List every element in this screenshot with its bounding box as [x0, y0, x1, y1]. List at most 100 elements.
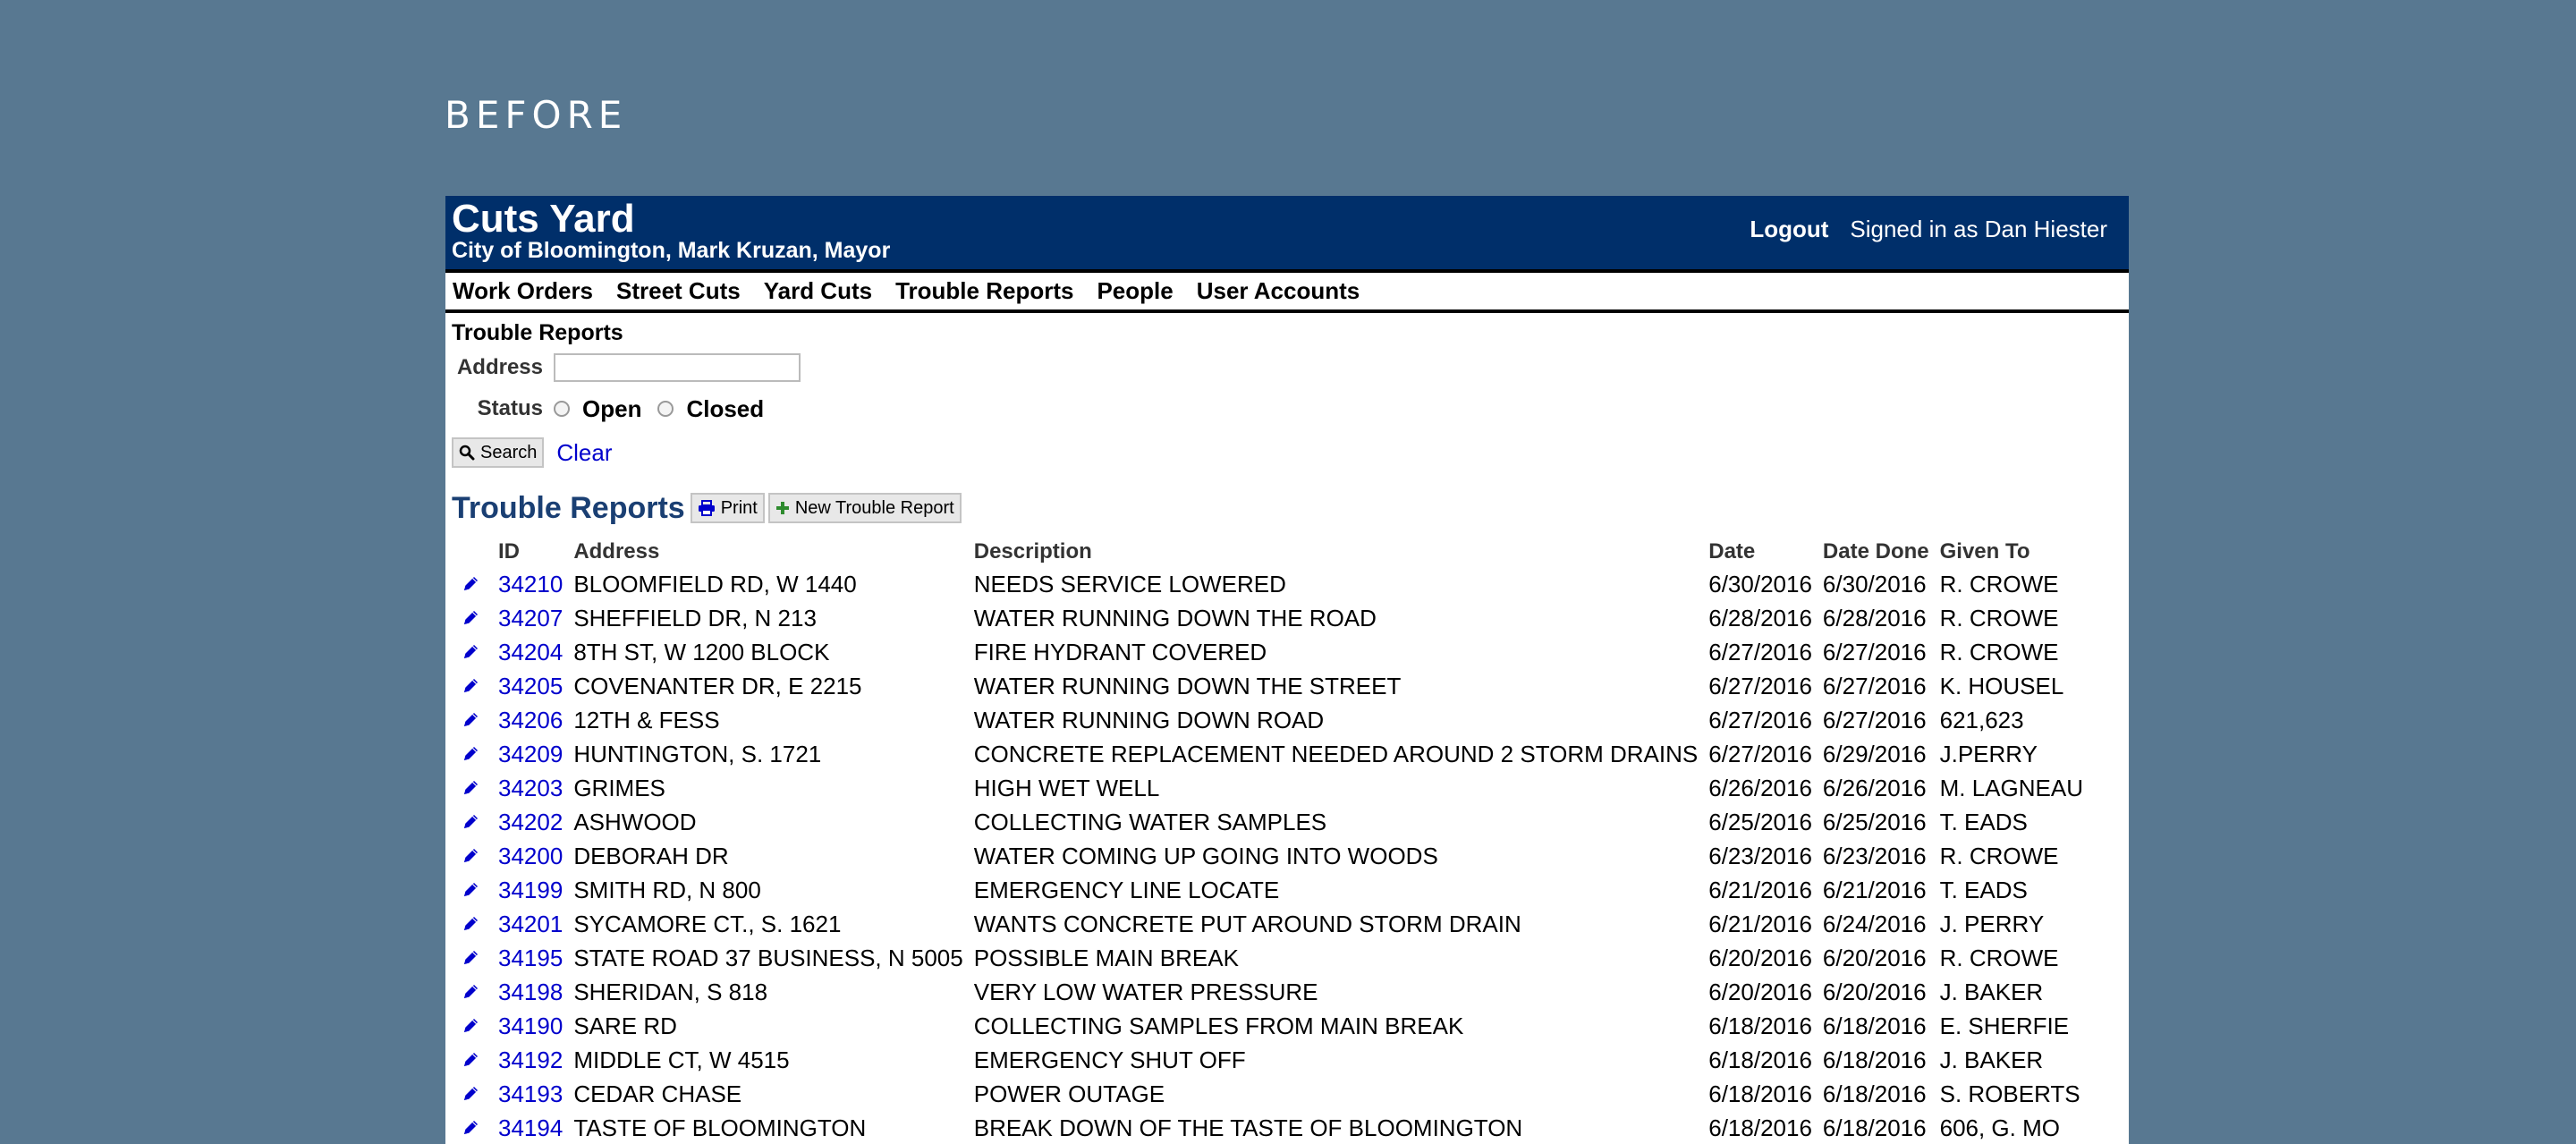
report-id-link[interactable]: 34190 [493, 1009, 568, 1043]
report-id-link[interactable]: 34198 [493, 975, 568, 1009]
report-description: FIRE HYDRANT COVERED [973, 638, 1267, 665]
clear-link[interactable]: Clear [556, 439, 612, 467]
edit-cell [452, 975, 493, 1009]
pencil-icon[interactable] [461, 608, 487, 628]
nav-item-people[interactable]: People [1097, 277, 1173, 305]
table-row: 34202 ASHWOOD COLLECTING WATER SAMPLES 6/25… [452, 805, 2089, 839]
edit-cell [452, 1043, 493, 1077]
pencil-icon[interactable] [461, 710, 487, 730]
pencil-icon[interactable] [461, 982, 487, 1002]
report-id-link[interactable]: 34201 [493, 907, 568, 941]
new-trouble-report-button[interactable]: New Trouble Report [767, 493, 962, 523]
report-description: POWER OUTAGE [973, 1080, 1165, 1107]
table-row: 34203 GRIMES HIGH WET WELL 6/26/2016 6/26/20… [452, 771, 2089, 805]
pencil-icon[interactable] [461, 676, 487, 696]
report-address: ASHWOOD [573, 808, 697, 835]
column-header-date: Date [1708, 539, 1756, 564]
column-header-edit [452, 537, 493, 567]
report-date: 6/27/2016 [1708, 740, 1812, 767]
pencil-icon[interactable] [461, 1084, 487, 1104]
status-closed-label[interactable]: Closed [686, 395, 764, 423]
report-id-link[interactable]: 34207 [493, 601, 568, 635]
table-row: 34207 SHEFFIELD DR, N 213 WATER RUNNING DO… [452, 601, 2089, 635]
page-label: BEFORE [445, 93, 628, 137]
pencil-icon[interactable] [461, 642, 487, 662]
site-header: Cuts Yard City of Bloomington, Mark Kruz… [445, 196, 2129, 273]
report-given-to: S. ROBERTS [1939, 1080, 2080, 1107]
report-id-link[interactable]: 34209 [493, 737, 568, 771]
plus-icon [775, 501, 790, 515]
nav-item-trouble-reports[interactable]: Trouble Reports [895, 277, 1073, 305]
report-date: 6/30/2016 [1708, 570, 1812, 597]
report-id-link[interactable]: 34192 [493, 1043, 568, 1077]
report-address: GRIMES [573, 774, 665, 801]
pencil-icon[interactable] [461, 574, 487, 594]
nav-item-yard-cuts[interactable]: Yard Cuts [764, 277, 872, 305]
print-button[interactable]: Print [690, 493, 765, 523]
pencil-icon[interactable] [461, 1118, 487, 1138]
nav-item-user-accounts[interactable]: User Accounts [1197, 277, 1360, 305]
column-header-given-to: Given To [1939, 539, 2030, 564]
report-id-link[interactable]: 34200 [493, 839, 568, 873]
report-date: 6/18/2016 [1708, 1080, 1812, 1107]
report-date-done: 6/18/2016 [1822, 1080, 1927, 1107]
edit-cell [452, 941, 493, 975]
status-closed-radio[interactable] [657, 401, 674, 417]
report-given-to: 606, G. MO [1939, 1114, 2060, 1141]
table-header-row: ID Address Description Date Date Done Gi… [452, 537, 2089, 567]
report-date-done: 6/18/2016 [1822, 1046, 1927, 1073]
pencil-icon[interactable] [461, 846, 487, 866]
main-content: Trouble Reports Address Status Open Clos… [445, 320, 2129, 1144]
report-description: COLLECTING WATER SAMPLES [973, 808, 1327, 835]
report-id-link[interactable]: 34206 [493, 703, 568, 737]
search-icon [459, 445, 475, 461]
pencil-icon[interactable] [461, 1050, 487, 1070]
report-address: HUNTINGTON, S. 1721 [573, 740, 822, 767]
report-id-link[interactable]: 34194 [493, 1111, 568, 1144]
report-given-to: R. CROWE [1939, 570, 2059, 597]
pencil-icon[interactable] [461, 812, 487, 832]
report-date-done: 6/23/2016 [1822, 842, 1927, 869]
edit-cell [452, 1009, 493, 1043]
main-nav: Work Orders Street Cuts Yard Cuts Troubl… [445, 273, 2129, 313]
app-subtitle: City of Bloomington, Mark Kruzan, Mayor [452, 238, 891, 263]
pencil-icon[interactable] [461, 778, 487, 798]
pencil-icon[interactable] [461, 744, 487, 764]
report-id-link[interactable]: 34203 [493, 771, 568, 805]
report-given-to: J. PERRY [1939, 910, 2045, 937]
status-open-radio[interactable] [554, 401, 570, 417]
pencil-icon[interactable] [461, 1016, 487, 1036]
report-id-link[interactable]: 34202 [493, 805, 568, 839]
report-address: CEDAR CHASE [573, 1080, 742, 1107]
report-description: POSSIBLE MAIN BREAK [973, 944, 1239, 971]
report-id-link[interactable]: 34195 [493, 941, 568, 975]
nav-item-work-orders[interactable]: Work Orders [453, 277, 593, 305]
pencil-icon[interactable] [461, 880, 487, 900]
pencil-icon[interactable] [461, 914, 487, 934]
search-button[interactable]: Search [452, 437, 545, 468]
reports-table: ID Address Description Date Date Done Gi… [452, 537, 2089, 1144]
report-description: WATER RUNNING DOWN THE ROAD [973, 604, 1377, 631]
report-id-link[interactable]: 34205 [493, 669, 568, 703]
report-date-done: 6/18/2016 [1822, 1114, 1927, 1141]
report-date-done: 6/26/2016 [1822, 774, 1927, 801]
reports-header: Trouble Reports Print New Trouble Report [452, 488, 2129, 528]
edit-cell [452, 1077, 493, 1111]
logout-link[interactable]: Logout [1750, 216, 1828, 243]
report-id-link[interactable]: 34199 [493, 873, 568, 907]
report-description: HIGH WET WELL [973, 774, 1160, 801]
status-label: Status [477, 396, 543, 420]
report-given-to: T. EADS [1939, 808, 2028, 835]
report-id-link[interactable]: 34193 [493, 1077, 568, 1111]
report-date: 6/23/2016 [1708, 842, 1812, 869]
report-date: 6/20/2016 [1708, 978, 1812, 1005]
report-id-link[interactable]: 34210 [493, 567, 568, 601]
nav-item-street-cuts[interactable]: Street Cuts [616, 277, 741, 305]
reports-table-body: 34210 BLOOMFIELD RD, W 1440 NEEDS SERVICE … [452, 567, 2089, 1144]
report-description: BREAK DOWN OF THE TASTE OF BLOOMINGTON [973, 1114, 1523, 1141]
address-input[interactable] [554, 353, 801, 382]
pencil-icon[interactable] [461, 948, 487, 968]
status-open-label[interactable]: Open [582, 395, 641, 423]
report-id-link[interactable]: 34204 [493, 635, 568, 669]
report-date-done: 6/27/2016 [1822, 706, 1927, 733]
